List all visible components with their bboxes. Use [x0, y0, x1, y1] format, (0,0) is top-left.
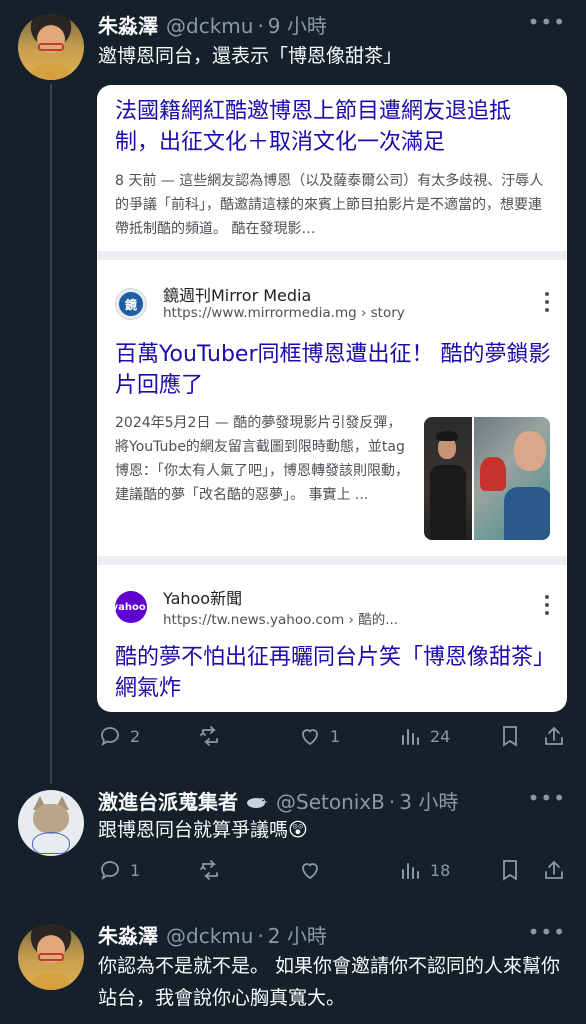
yahoo-icon: yahoo! [112, 591, 150, 623]
tweet[interactable]: 朱淼澤 @dckmu · 9 小時 ••• 邀博恩同台，還表示「博恩像甜茶」 法… [0, 0, 586, 770]
reply-button[interactable]: 1 [98, 858, 140, 882]
tweet[interactable]: 朱淼澤 @dckmu · 2 小時 ••• 你認為不是就不是。 如果你會邀請你不… [0, 900, 586, 1024]
result-source: yahoo! Yahoo新聞 https://tw.news.yahoo.com… [112, 585, 553, 629]
tweet[interactable]: 激進台派蒐集者 @SetonixB · 3 小時 ••• 跟博恩同台就算爭議嗎😲… [0, 770, 586, 900]
like-button[interactable] [298, 858, 330, 882]
result-thumbnail [424, 417, 550, 540]
tweet-text: 邀博恩同台，還表示「博恩像甜茶」 [98, 45, 403, 67]
more-icon[interactable]: ••• [528, 920, 566, 944]
share-icon [545, 726, 563, 745]
tweet-text: 跟博恩同台就算爭議嗎😲 [98, 819, 308, 841]
share-icon [545, 860, 563, 879]
views-button[interactable]: 24 [398, 724, 450, 748]
timestamp[interactable]: 9 小時 [268, 10, 327, 39]
action-bar: 1 18 [98, 858, 566, 888]
views-button[interactable]: 18 [398, 858, 450, 882]
result-title: 百萬YouTuber同框博恩遭出征！ 酷的夢鎖影片回應了 [115, 342, 551, 398]
retweet-icon [200, 860, 218, 880]
site-url: https://tw.news.yahoo.com › 酷的... [163, 612, 399, 628]
result-snippet: 8 天前 — 這些網友認為博恩（以及薩泰爾公司）有太多歧視、汙辱人的爭議「前科」… [115, 173, 544, 237]
result-source: 鏡 鏡週刊Mirror Media https://www.mirrormedi… [115, 282, 553, 326]
avatar[interactable] [18, 924, 84, 990]
views-icon [402, 863, 419, 879]
reply-icon [101, 727, 119, 746]
views-icon [402, 729, 419, 745]
tweet-header: 朱淼澤 @dckmu · 9 小時 [98, 10, 327, 39]
site-url: https://www.mirrormedia.mg › story [163, 305, 405, 321]
mirror-media-icon: 鏡 [115, 288, 147, 320]
search-results-image[interactable]: 法國籍網紅酷邀博恩上節目遭網友退追抵制，出征文化＋取消文化一次滿足 8 天前 —… [97, 85, 567, 712]
bookmark-button[interactable] [498, 724, 522, 748]
bookmark-button[interactable] [498, 858, 522, 882]
like-button[interactable]: 1 [298, 724, 340, 748]
display-name[interactable]: 朱淼澤 [98, 10, 158, 39]
action-bar: 2 1 24 [98, 724, 566, 754]
share-button[interactable] [542, 858, 566, 882]
reply-icon [101, 861, 119, 880]
retweet-button[interactable] [198, 858, 230, 882]
separator: · [257, 14, 264, 38]
user-handle[interactable]: @dckmu [166, 924, 253, 948]
reply-button[interactable]: 2 [98, 724, 140, 748]
heart-icon [302, 729, 318, 746]
bird-emoji-icon [247, 798, 268, 808]
display-name[interactable]: 朱淼澤 [98, 920, 158, 949]
site-name: 鏡週刊Mirror Media [163, 286, 312, 305]
result-snippet: 2024年5月2日 — 酷的夢發現影片引發反彈，將YouTube的網友留言截圖到… [115, 415, 409, 503]
kebab-menu-icon [543, 292, 551, 312]
user-handle[interactable]: @SetonixB [276, 790, 385, 814]
display-name[interactable]: 激進台派蒐集者 [98, 786, 238, 815]
timestamp[interactable]: 3 小時 [399, 786, 458, 815]
tweet-text: 你認為不是就不是。 如果你會邀請你不認同的人來幫你站台，我會說你心胸真寬大。 [98, 955, 561, 1009]
retweet-icon [200, 726, 218, 746]
heart-icon [302, 863, 318, 880]
divider [97, 251, 567, 260]
bookmark-icon [503, 860, 517, 881]
kebab-menu-icon [543, 595, 551, 615]
bookmark-icon [503, 726, 517, 747]
share-button[interactable] [542, 724, 566, 748]
result-title: 法國籍網紅酷邀博恩上節目遭網友退追抵制，出征文化＋取消文化一次滿足 [115, 99, 512, 155]
separator: · [257, 924, 264, 948]
avatar[interactable] [18, 790, 84, 856]
more-icon[interactable]: ••• [528, 786, 566, 810]
tweet-header: 激進台派蒐集者 @SetonixB · 3 小時 [98, 786, 458, 815]
result-title: 酷的夢不怕出征再曬同台片笑「博恩像甜茶」網氣炸 [115, 645, 545, 701]
divider [97, 556, 567, 565]
retweet-button[interactable] [198, 724, 230, 748]
separator: · [388, 790, 396, 814]
timestamp[interactable]: 2 小時 [268, 920, 327, 949]
site-name: Yahoo新聞 [163, 589, 243, 608]
more-icon[interactable]: ••• [528, 10, 566, 34]
tweet-header: 朱淼澤 @dckmu · 2 小時 [98, 920, 327, 949]
user-handle[interactable]: @dckmu [166, 14, 253, 38]
avatar[interactable] [18, 14, 84, 80]
